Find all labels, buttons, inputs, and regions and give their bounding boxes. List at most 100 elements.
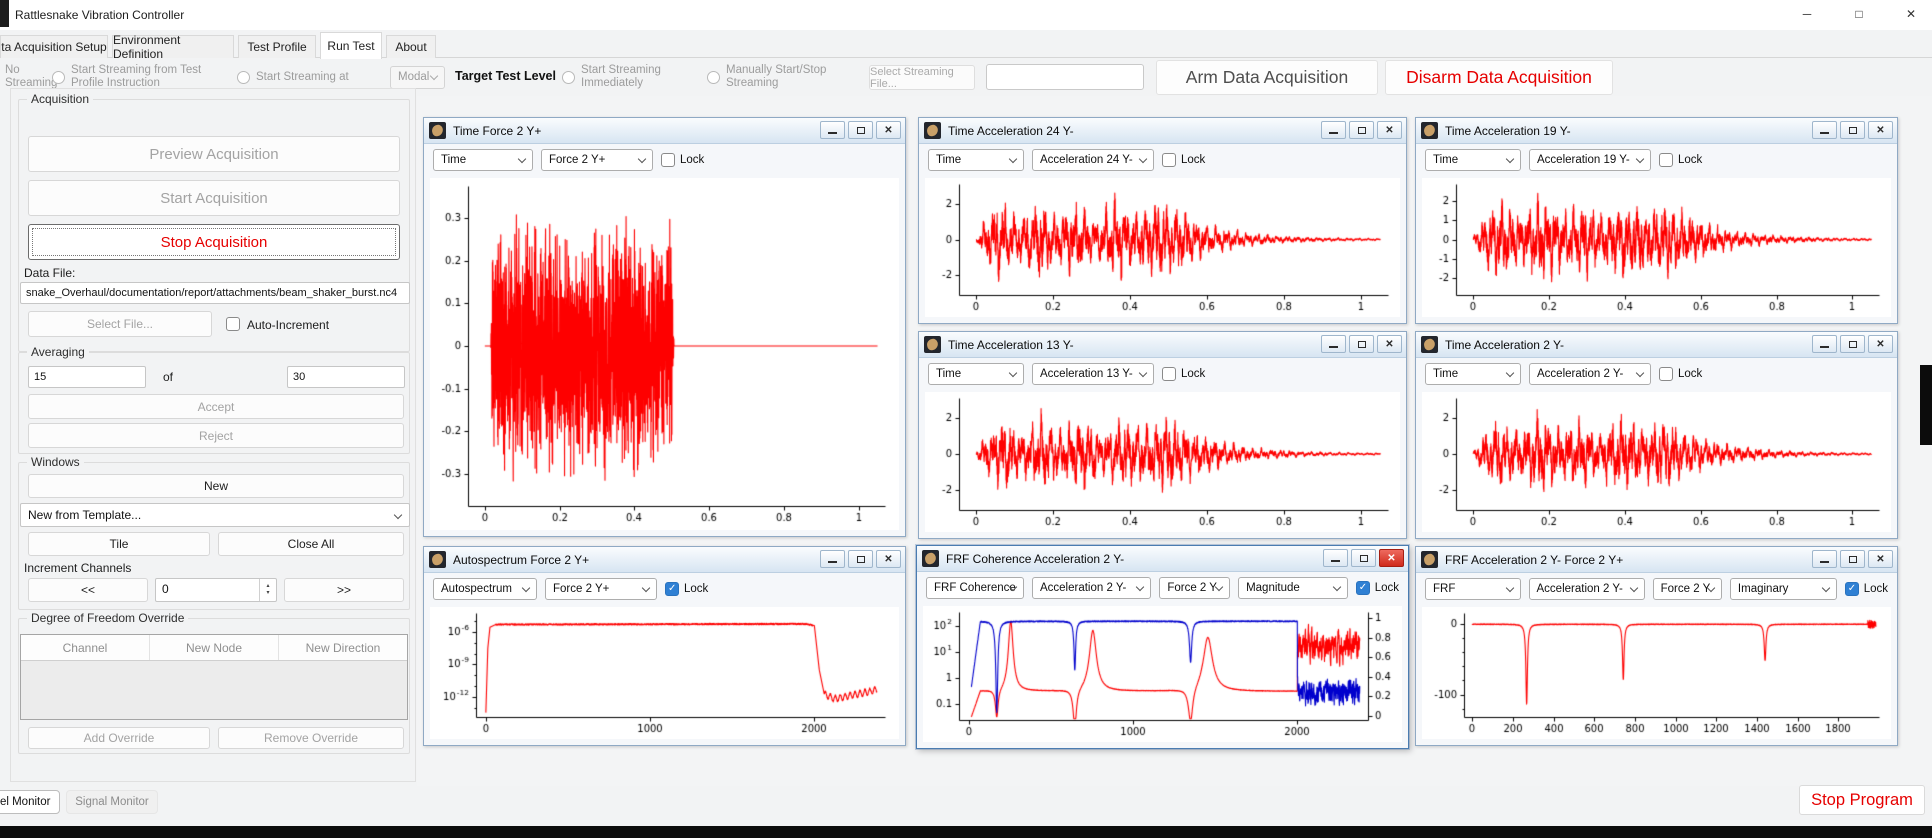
- lock-toggle[interactable]: ✓ Lock: [1355, 581, 1399, 595]
- lock-checkbox[interactable]: ✓: [1844, 582, 1859, 596]
- select-streaming-file-button[interactable]: Select Streaming File...: [869, 65, 975, 90]
- remove-override-button[interactable]: Remove Override: [218, 727, 404, 749]
- reject-button[interactable]: Reject: [28, 423, 404, 448]
- restore-icon[interactable]: [1840, 121, 1865, 139]
- plot-type-select[interactable]: Time: [928, 363, 1024, 385]
- display-format-select[interactable]: Imaginary: [1729, 578, 1837, 600]
- auto-increment-checkbox[interactable]: [226, 317, 240, 331]
- increment-channels-button[interactable]: >>: [284, 578, 404, 602]
- plot-type-select[interactable]: FRF: [1425, 578, 1521, 600]
- window-titlebar[interactable]: FRF Acceleration 2 Y- Force 2 Y+ ✕: [1416, 547, 1897, 573]
- minimize-icon[interactable]: [1812, 121, 1837, 139]
- close-icon[interactable]: ✕: [876, 121, 901, 139]
- reference-channel-select[interactable]: Force 2 Y: [1159, 577, 1231, 599]
- lock-toggle[interactable]: Lock: [1162, 367, 1205, 381]
- close-icon[interactable]: ✕: [1868, 335, 1893, 353]
- lock-toggle[interactable]: Lock: [661, 153, 704, 167]
- close-icon[interactable]: ✕: [876, 550, 901, 568]
- close-all-button[interactable]: Close All: [218, 532, 404, 556]
- lock-checkbox[interactable]: [661, 153, 675, 167]
- channel-select[interactable]: Acceleration 24 Y-: [1032, 149, 1154, 171]
- tab-environment-definition[interactable]: Environment Definition: [112, 33, 234, 61]
- minimize-icon[interactable]: [1812, 335, 1837, 353]
- spin-up-icon[interactable]: ▴: [266, 583, 269, 590]
- restore-icon[interactable]: [1840, 335, 1865, 353]
- tab-data-acquisition-setup[interactable]: ta Acquisition Setup: [0, 35, 108, 58]
- streaming-file-input[interactable]: [986, 64, 1144, 90]
- restore-icon[interactable]: [848, 121, 873, 139]
- plot-type-select[interactable]: Time: [1425, 149, 1521, 171]
- new-from-template-select[interactable]: New from Template...: [20, 503, 410, 527]
- plot-type-select[interactable]: Time: [433, 149, 533, 171]
- lock-checkbox[interactable]: ✓: [665, 582, 679, 596]
- channel-select[interactable]: Acceleration 13 Y-: [1032, 363, 1154, 385]
- plot-canvas-accel-19[interactable]: [1422, 178, 1891, 317]
- minimize-icon[interactable]: [820, 550, 845, 568]
- lock-checkbox[interactable]: ✓: [1355, 581, 1370, 595]
- add-override-button[interactable]: Add Override: [28, 727, 210, 749]
- window-titlebar[interactable]: Time Acceleration 19 Y- ✕: [1416, 118, 1897, 144]
- preview-acquisition-button[interactable]: Preview Acquisition: [28, 136, 400, 172]
- maximize-window-button[interactable]: □: [1838, 0, 1880, 27]
- accept-button[interactable]: Accept: [28, 394, 404, 419]
- display-format-select[interactable]: Magnitude: [1238, 577, 1348, 599]
- stop-program-button[interactable]: Stop Program: [1799, 785, 1925, 815]
- plot-canvas-frf-imaginary[interactable]: [1422, 607, 1891, 739]
- channel-select[interactable]: Force 2 Y+: [541, 149, 653, 171]
- spinner-arrows[interactable]: ▴ ▾: [259, 579, 276, 601]
- minimize-icon[interactable]: [820, 121, 845, 139]
- tab-test-profile[interactable]: Test Profile: [238, 35, 316, 58]
- plot-canvas-time-force[interactable]: [430, 178, 899, 530]
- lock-toggle[interactable]: Lock: [1659, 153, 1702, 167]
- arm-data-acquisition-button[interactable]: Arm Data Acquisition: [1156, 60, 1378, 95]
- minimize-icon[interactable]: [1323, 549, 1348, 567]
- lock-checkbox[interactable]: [1162, 153, 1176, 167]
- plot-type-select[interactable]: Time: [928, 149, 1024, 171]
- channel-select[interactable]: Acceleration 2 Y-: [1529, 363, 1651, 385]
- plot-canvas-autospectrum[interactable]: [430, 607, 899, 739]
- restore-icon[interactable]: [1349, 121, 1374, 139]
- radio-stream-at-level[interactable]: [237, 71, 250, 84]
- averages-total-input[interactable]: [287, 366, 405, 388]
- plot-canvas-accel-24[interactable]: [925, 178, 1400, 317]
- decrement-channels-button[interactable]: <<: [28, 578, 148, 602]
- window-titlebar[interactable]: Time Acceleration 13 Y- ✕: [919, 332, 1406, 358]
- plot-canvas-accel-2[interactable]: [1422, 392, 1891, 532]
- minimize-icon[interactable]: [1321, 335, 1346, 353]
- radio-stream-immediately[interactable]: [562, 71, 575, 84]
- new-window-button[interactable]: New: [28, 474, 404, 498]
- radio-stream-from-profile[interactable]: [52, 71, 65, 84]
- spin-down-icon[interactable]: ▾: [266, 590, 269, 597]
- response-channel-select[interactable]: Acceleration 2 Y-: [1528, 578, 1645, 600]
- lock-checkbox[interactable]: [1659, 367, 1673, 381]
- close-icon[interactable]: ✕: [1377, 335, 1402, 353]
- select-file-button[interactable]: Select File...: [28, 311, 212, 337]
- tab-signal-monitor[interactable]: Signal Monitor: [66, 790, 158, 814]
- window-titlebar[interactable]: FRF Coherence Acceleration 2 Y- ✕: [917, 546, 1408, 572]
- disarm-data-acquisition-button[interactable]: Disarm Data Acquisition: [1385, 60, 1613, 95]
- close-icon[interactable]: ✕: [1868, 121, 1893, 139]
- reference-channel-select[interactable]: Force 2 Y: [1652, 578, 1722, 600]
- stop-acquisition-button[interactable]: Stop Acquisition: [28, 224, 400, 260]
- restore-icon[interactable]: [1349, 335, 1374, 353]
- dof-override-table[interactable]: Channel New Node New Direction: [20, 634, 408, 720]
- lock-checkbox[interactable]: [1659, 153, 1673, 167]
- channel-select[interactable]: Acceleration 19 Y-: [1529, 149, 1651, 171]
- channel-increment-stepper[interactable]: 0 ▴ ▾: [155, 578, 277, 602]
- minimize-icon[interactable]: [1321, 121, 1346, 139]
- data-file-input[interactable]: [20, 282, 410, 304]
- restore-icon[interactable]: [848, 550, 873, 568]
- plot-type-select[interactable]: FRF Coherence: [926, 577, 1024, 599]
- restore-icon[interactable]: [1351, 549, 1376, 567]
- restore-icon[interactable]: [1840, 550, 1865, 568]
- window-titlebar[interactable]: Time Acceleration 2 Y- ✕: [1416, 332, 1897, 358]
- lock-toggle[interactable]: Lock: [1162, 153, 1205, 167]
- plot-type-select[interactable]: Autospectrum: [433, 578, 537, 600]
- start-acquisition-button[interactable]: Start Acquisition: [28, 180, 400, 216]
- plot-canvas-accel-13[interactable]: [925, 392, 1400, 532]
- window-titlebar[interactable]: Time Acceleration 24 Y- ✕: [919, 118, 1406, 144]
- lock-checkbox[interactable]: [1162, 367, 1176, 381]
- channel-select[interactable]: Force 2 Y+: [545, 578, 657, 600]
- plot-type-select[interactable]: Time: [1425, 363, 1521, 385]
- tile-button[interactable]: Tile: [28, 532, 210, 556]
